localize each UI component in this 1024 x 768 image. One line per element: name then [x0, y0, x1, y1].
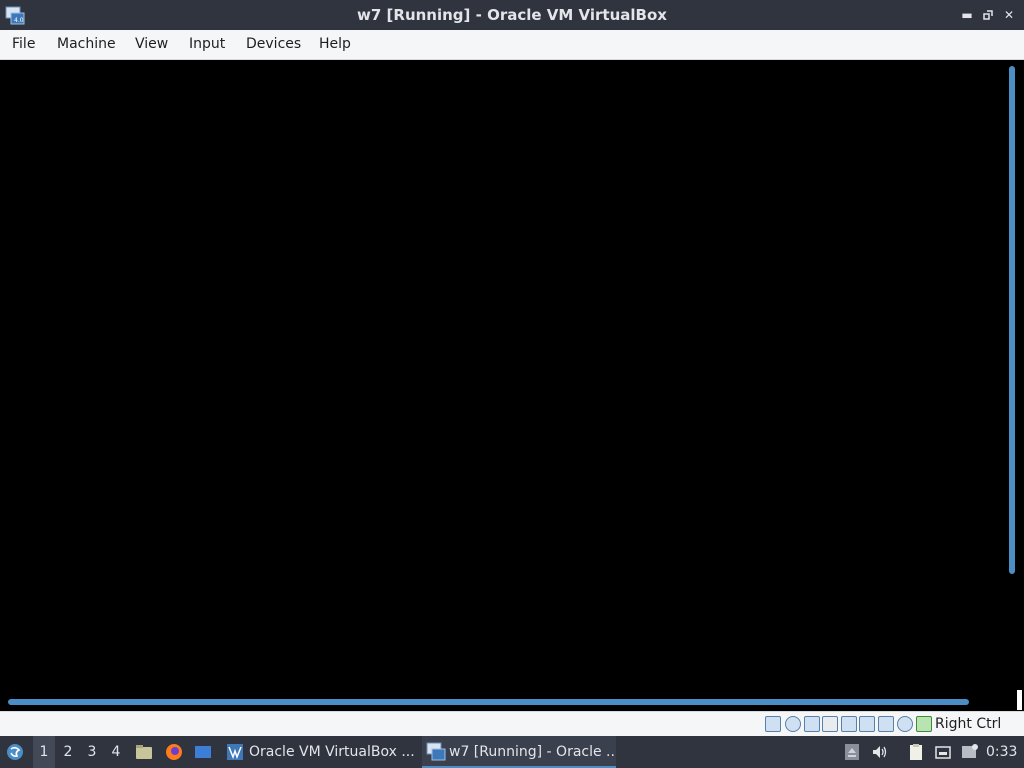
- firefox-icon[interactable]: [165, 743, 183, 761]
- eject-icon[interactable]: [843, 743, 861, 761]
- host-key-label[interactable]: Right Ctrl: [935, 712, 1001, 736]
- scroll-corner: [1017, 690, 1022, 710]
- menu-devices[interactable]: Devices: [246, 30, 301, 59]
- workspace-4[interactable]: 4: [105, 736, 127, 768]
- network-icon[interactable]: [822, 716, 838, 732]
- workspace-3[interactable]: 3: [81, 736, 103, 768]
- close-icon[interactable]: ✕: [1000, 6, 1018, 24]
- horizontal-scrollbar[interactable]: [8, 699, 969, 705]
- restore-icon[interactable]: [979, 6, 997, 24]
- update-notifier-icon[interactable]: [961, 743, 979, 761]
- network-tray-icon[interactable]: [934, 743, 952, 761]
- virtualbox-vm-icon: [426, 742, 446, 761]
- workspace-1[interactable]: 1: [33, 736, 55, 768]
- task-vm-window[interactable]: w7 [Running] - Oracle ...: [422, 736, 616, 768]
- menu-bar: File Machine View Input Devices Help: [0, 30, 1024, 60]
- status-bar: Right Ctrl: [0, 711, 1024, 736]
- window-title: w7 [Running] - Oracle VM VirtualBox: [357, 6, 667, 24]
- usb-icon[interactable]: [841, 716, 857, 732]
- task-virtualbox-manager[interactable]: Oracle VM VirtualBox ...: [224, 736, 418, 768]
- task-label: Oracle VM VirtualBox ...: [249, 744, 415, 760]
- menu-help[interactable]: Help: [319, 30, 351, 59]
- menu-input[interactable]: Input: [189, 30, 225, 59]
- volume-icon[interactable]: [871, 743, 889, 761]
- display-icon[interactable]: [878, 716, 894, 732]
- desktop-icon[interactable]: [194, 743, 212, 761]
- virtualization-icon[interactable]: [916, 716, 932, 732]
- menu-file[interactable]: File: [12, 30, 35, 59]
- virtualbox-manager-icon: [227, 744, 243, 760]
- clock[interactable]: 0:33: [986, 736, 1017, 768]
- shared-folders-icon[interactable]: [859, 716, 875, 732]
- minimize-icon[interactable]: ▬: [958, 6, 976, 24]
- vertical-scrollbar[interactable]: [1009, 66, 1015, 574]
- file-manager-icon[interactable]: [135, 743, 153, 761]
- task-label: w7 [Running] - Oracle ...: [449, 744, 616, 760]
- optical-disk-icon[interactable]: [785, 716, 801, 732]
- audio-icon[interactable]: [804, 716, 820, 732]
- title-bar[interactable]: 4.0 w7 [Running] - Oracle VM VirtualBox …: [0, 0, 1024, 30]
- start-menu-icon[interactable]: [6, 743, 24, 761]
- vm-display[interactable]: [2, 60, 1022, 711]
- hard-disk-icon[interactable]: [765, 716, 781, 732]
- workspace-2[interactable]: 2: [57, 736, 79, 768]
- menu-view[interactable]: View: [135, 30, 168, 59]
- menu-machine[interactable]: Machine: [57, 30, 116, 59]
- taskbar: 1 2 3 4 Oracle VM VirtualBox ... w7 [Run…: [0, 736, 1024, 768]
- clipboard-icon[interactable]: [907, 743, 925, 761]
- video-capture-icon[interactable]: [897, 716, 913, 732]
